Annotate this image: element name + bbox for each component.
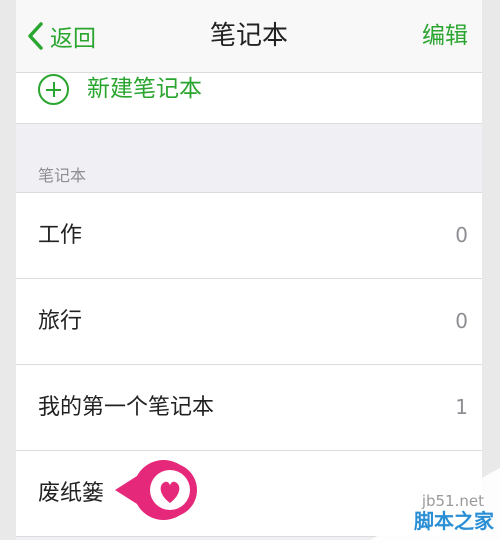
notebook-name: 我的第一个笔记本 [38, 395, 215, 420]
watermark: jb51.net 脚本之家 [370, 468, 500, 540]
edit-button[interactable]: 编辑 [422, 18, 468, 54]
notebooks-screen: 返回 笔记本 编辑 新建笔记本 笔记本 工作 0 旅行 0 我的第一个笔记本 1… [16, 0, 482, 540]
notebook-row-first[interactable]: 我的第一个笔记本 1 [16, 365, 482, 451]
watermark-name: 脚本之家 [414, 509, 494, 533]
plus-circle-icon [38, 74, 69, 105]
heart-callout-icon [115, 460, 197, 520]
page-title: 笔记本 [209, 21, 288, 51]
notebook-count: 0 [455, 309, 468, 333]
notebook-name: 工作 [38, 223, 83, 248]
notebook-row-travel[interactable]: 旅行 0 [16, 279, 482, 365]
section-header: 笔记本 [38, 166, 87, 185]
new-notebook-label: 新建笔记本 [87, 76, 202, 102]
notebook-name: 旅行 [38, 309, 83, 334]
notebook-count: 1 [455, 395, 468, 419]
notebook-name: 废纸篓 [38, 481, 105, 506]
nav-bar: 返回 笔记本 编辑 [16, 0, 482, 73]
notebook-row-work[interactable]: 工作 0 [16, 193, 482, 279]
notebook-count: 0 [455, 223, 468, 247]
new-notebook-button[interactable]: 新建笔记本 [16, 73, 482, 124]
